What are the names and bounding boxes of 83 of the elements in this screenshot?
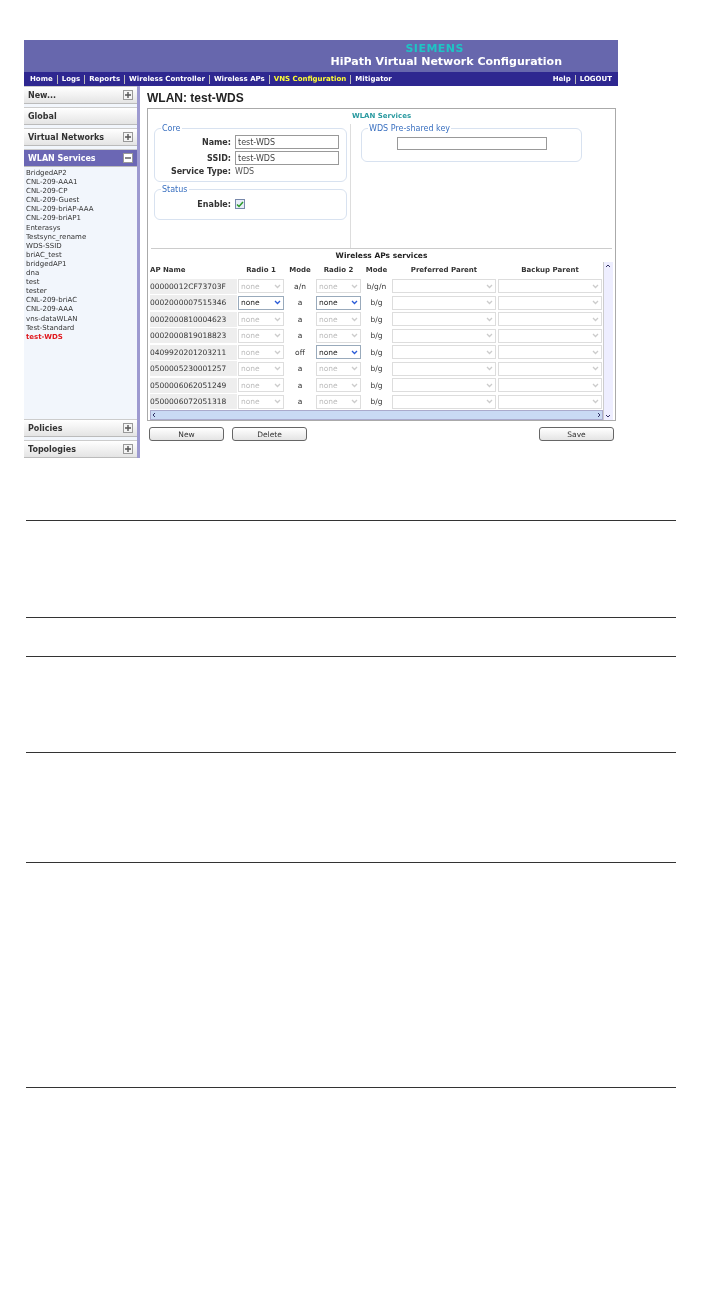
checkbox[interactable]: [235, 199, 245, 209]
caret-icon: [486, 349, 493, 355]
sidebar-section[interactable]: Topologies: [24, 440, 137, 458]
sidebar-section[interactable]: New...: [24, 86, 137, 104]
check-icon: [236, 200, 244, 208]
dropdown[interactable]: [392, 394, 496, 409]
caret-icon: [274, 349, 281, 355]
dropdown[interactable]: [392, 345, 496, 360]
caret-icon: [274, 316, 281, 322]
section-label: Global: [28, 111, 57, 121]
caret-icon: [351, 366, 358, 372]
section-label: Topologies: [28, 444, 76, 454]
plus-icon: [124, 91, 132, 99]
caret-icon: [351, 399, 358, 405]
dropdown[interactable]: [498, 378, 602, 393]
page-title: WLAN: test-WDS: [147, 91, 245, 105]
caret-icon: [351, 316, 358, 322]
field-label: Enable:: [196, 199, 231, 209]
caret-icon: [486, 333, 493, 339]
sidebar-section[interactable]: Global: [24, 107, 137, 125]
dropdown[interactable]: [498, 345, 602, 360]
field-label: Name:: [200, 137, 231, 147]
caret-icon: [274, 300, 281, 306]
caret-icon: [486, 300, 493, 306]
dropdown[interactable]: [498, 279, 602, 294]
dropdown[interactable]: [392, 361, 496, 376]
input-field[interactable]: test-WDS: [235, 135, 339, 149]
caret-icon: [274, 382, 281, 388]
dropdown[interactable]: [498, 312, 602, 327]
caret-icon: [592, 366, 599, 372]
caret-icon: [351, 333, 358, 339]
dropdown[interactable]: [392, 295, 496, 310]
group-legend: Status: [161, 185, 189, 194]
plus-icon: [124, 424, 132, 432]
caret-icon: [592, 300, 599, 306]
dropdown[interactable]: [392, 312, 496, 327]
dropdown[interactable]: [392, 378, 496, 393]
caret-icon: [592, 283, 599, 289]
caret-icon: [486, 316, 493, 322]
dropdown[interactable]: [498, 361, 602, 376]
sidebar-section[interactable]: Policies: [24, 419, 137, 437]
caret-icon: [592, 399, 599, 405]
field-value: WDS: [235, 167, 255, 176]
field-label: SSID:: [206, 153, 231, 163]
input-field[interactable]: [396, 137, 547, 150]
caret-icon: [274, 366, 281, 372]
caret-icon: [486, 283, 493, 289]
caret-icon: [486, 399, 493, 405]
minus-icon: [124, 154, 132, 162]
caret-icon: [274, 283, 281, 289]
group-legend: Core: [161, 124, 182, 133]
caret-icon: [351, 349, 358, 355]
caret-icon: [592, 382, 599, 388]
vertical-scrollbar[interactable]: [603, 261, 613, 420]
sidebar-section[interactable]: Virtual Networks: [24, 128, 137, 146]
caret-icon: [274, 399, 281, 405]
dropdown[interactable]: [498, 394, 602, 409]
dropdown[interactable]: [392, 279, 496, 294]
horizontal-scrollbar[interactable]: [150, 410, 603, 420]
caret-icon: [486, 366, 493, 372]
section-label: New...: [28, 90, 57, 100]
caret-icon: [351, 283, 358, 289]
plus-icon: [124, 133, 132, 141]
caret-icon: [592, 333, 599, 339]
plus-icon: [124, 445, 132, 453]
group-legend: WDS Pre-shared key: [368, 124, 452, 133]
section-label: Virtual Networks: [28, 132, 105, 142]
brand-logo: SIEMENS: [405, 43, 464, 55]
caret-icon: [274, 333, 281, 339]
app-title: HiPath Virtual Network Configuration: [330, 55, 562, 69]
input-field[interactable]: test-WDS: [235, 151, 339, 165]
dropdown[interactable]: [392, 328, 496, 343]
caret-icon: [592, 349, 599, 355]
caret-icon: [486, 382, 493, 388]
section-label: WLAN Services: [28, 153, 96, 163]
dropdown[interactable]: [498, 328, 602, 343]
section-label: Policies: [28, 423, 63, 433]
dropdown[interactable]: [498, 295, 602, 310]
caret-icon: [351, 382, 358, 388]
sidebar-section[interactable]: WLAN Services: [24, 149, 137, 167]
caret-icon: [592, 316, 599, 322]
field-label: Service Type:: [169, 167, 231, 176]
caret-icon: [351, 300, 358, 306]
